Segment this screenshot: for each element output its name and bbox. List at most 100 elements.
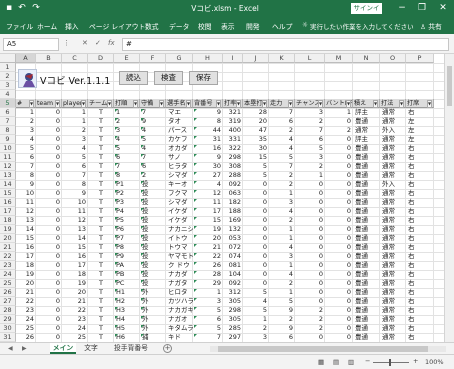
table-cell[interactable]: 0: [36, 117, 62, 126]
table-cell[interactable]: 188: [223, 207, 243, 216]
name-box[interactable]: A5: [3, 38, 59, 51]
table-cell[interactable]: 豊通: [353, 207, 380, 216]
table-cell[interactable]: 19: [16, 270, 36, 279]
table-cell[interactable]: 4: [193, 180, 223, 189]
table-cell[interactable]: 1: [62, 117, 88, 126]
row-header[interactable]: 18: [0, 216, 16, 225]
column-header-m[interactable]: M: [325, 54, 353, 63]
table-cell[interactable]: 5: [243, 171, 269, 180]
table-cell[interactable]: 右: [406, 180, 434, 189]
table-cell[interactable]: 0: [295, 180, 325, 189]
table-cell[interactable]: 左: [406, 135, 434, 144]
row-header[interactable]: 25: [0, 279, 16, 288]
table-cell[interactable]: 豊通: [353, 171, 380, 180]
table-cell[interactable]: 1: [269, 261, 295, 270]
table-cell[interactable]: 0: [325, 216, 353, 225]
redo-icon[interactable]: ↷: [31, 3, 41, 13]
table-cell[interactable]: T: [88, 162, 114, 171]
table-cell[interactable]: 0: [36, 108, 62, 117]
table-cell[interactable]: 0: [36, 198, 62, 207]
table-cell[interactable]: 2: [295, 117, 325, 126]
table-cell[interactable]: 1: [243, 315, 269, 324]
table-cell[interactable]: 豊通: [353, 162, 380, 171]
table-cell[interactable]: 通常: [380, 189, 406, 198]
table-cell[interactable]: 0: [243, 252, 269, 261]
table-cell[interactable]: 7: [269, 162, 295, 171]
table-cell[interactable]: 通常: [380, 279, 406, 288]
table-cell[interactable]: T: [88, 207, 114, 216]
table-cell[interactable]: 豊通: [353, 153, 380, 162]
table-cell[interactable]: 21: [62, 297, 88, 306]
table-cell[interactable]: 0: [36, 153, 62, 162]
table-cell[interactable]: 31: [193, 135, 223, 144]
restore-button[interactable]: ❐: [413, 0, 431, 17]
table-cell[interactable]: 0: [295, 189, 325, 198]
table-cell[interactable]: 063: [223, 189, 243, 198]
table-cell[interactable]: 外入: [380, 180, 406, 189]
column-header-f[interactable]: F: [140, 54, 166, 63]
normal-view-icon[interactable]: ▦: [318, 358, 324, 366]
table-cell[interactable]: 豊通: [353, 261, 380, 270]
table-cell[interactable]: 通常: [380, 171, 406, 180]
table-cell[interactable]: 182: [223, 198, 243, 207]
table-cell[interactable]: 3: [193, 297, 223, 306]
table-cell[interactable]: 13: [16, 216, 36, 225]
table-cell[interactable]: 25: [62, 333, 88, 342]
table-cell[interactable]: 0: [36, 315, 62, 324]
table-cell[interactable]: 47: [243, 126, 269, 135]
table-cell[interactable]: 1: [269, 225, 295, 234]
table-cell[interactable]: 通常: [380, 297, 406, 306]
table-cell[interactable]: 21: [16, 288, 36, 297]
table-cell[interactable]: 331: [223, 135, 243, 144]
table-cell[interactable]: 0: [295, 207, 325, 216]
table-cell[interactable]: 3: [243, 333, 269, 342]
table-cell[interactable]: T: [88, 171, 114, 180]
column-header-a[interactable]: A: [16, 54, 36, 63]
table-cell[interactable]: ナガタ: [166, 279, 193, 288]
table-cell[interactable]: 4: [269, 135, 295, 144]
filter-dropdown-icon[interactable]: ▼: [288, 99, 293, 108]
table-cell[interactable]: T: [88, 189, 114, 198]
table-cell[interactable]: 豊通: [353, 252, 380, 261]
table-cell[interactable]: 0: [36, 306, 62, 315]
table-cell[interactable]: 0: [36, 234, 62, 243]
table-cell[interactable]: 20: [62, 288, 88, 297]
table-cell[interactable]: T: [88, 297, 114, 306]
column-header-b[interactable]: B: [36, 54, 62, 63]
table-cell[interactable]: 0: [36, 279, 62, 288]
table-cell[interactable]: 0: [295, 279, 325, 288]
table-cell[interactable]: ナガオ: [166, 315, 193, 324]
table-cell[interactable]: 2: [295, 306, 325, 315]
table-cell[interactable]: 0: [36, 243, 62, 252]
tab-review[interactable]: 校閲: [198, 21, 212, 31]
horizontal-scrollbar[interactable]: [210, 346, 446, 352]
table-cell[interactable]: 5: [269, 297, 295, 306]
column-header-k[interactable]: K: [269, 54, 295, 63]
table-cell[interactable]: 9: [193, 108, 223, 117]
table-cell[interactable]: 8: [193, 117, 223, 126]
table-cell[interactable]: 4: [269, 270, 295, 279]
table-cell[interactable]: 0: [295, 198, 325, 207]
table-cell[interactable]: 通常: [380, 252, 406, 261]
column-header-g[interactable]: G: [166, 54, 193, 63]
undo-icon[interactable]: ↶: [17, 3, 27, 13]
table-cell[interactable]: 評主: [353, 108, 380, 117]
row-header[interactable]: 11: [0, 153, 16, 162]
table-cell[interactable]: 44: [193, 126, 223, 135]
row-header[interactable]: 22: [0, 252, 16, 261]
table-cell[interactable]: T: [88, 198, 114, 207]
table-cell[interactable]: 0: [243, 207, 269, 216]
table-cell[interactable]: 053: [223, 234, 243, 243]
row-header[interactable]: 21: [0, 243, 16, 252]
table-cell[interactable]: 0: [36, 225, 62, 234]
row-header[interactable]: 4: [0, 90, 16, 99]
table-cell[interactable]: T: [88, 234, 114, 243]
filter-dropdown-icon[interactable]: ▼: [318, 99, 323, 108]
table-cell[interactable]: 9: [269, 324, 295, 333]
table-cell[interactable]: 4: [269, 243, 295, 252]
table-cell[interactable]: 7: [269, 108, 295, 117]
table-cell[interactable]: 14: [16, 225, 36, 234]
table-cell[interactable]: 18: [62, 270, 88, 279]
vertical-scroll-thumb[interactable]: [447, 66, 452, 106]
table-cell[interactable]: 4: [269, 207, 295, 216]
